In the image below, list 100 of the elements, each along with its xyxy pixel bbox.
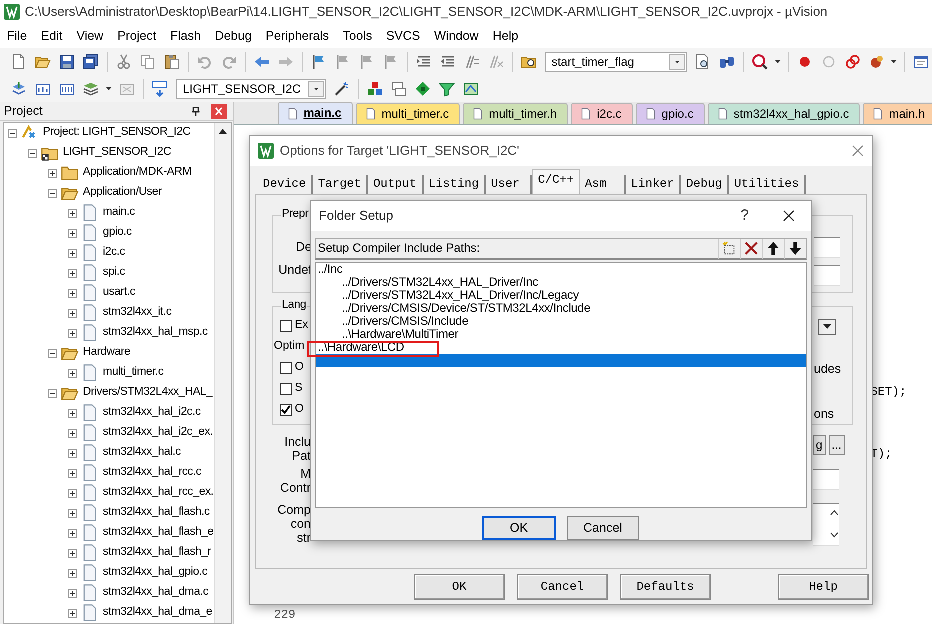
list-item[interactable]: ../Inc xyxy=(316,263,345,276)
tree-item[interactable]: stm32l4xx_hal_flash_r xyxy=(103,546,212,560)
help-button[interactable]: ? xyxy=(730,207,759,225)
expand-icon[interactable] xyxy=(68,448,77,458)
editor-tab[interactable]: stm32l4xx_hal_gpio.c xyxy=(708,103,860,124)
combo-box[interactable]: LIGHT_SENSOR_I2C xyxy=(176,79,326,99)
dialog-tab[interactable]: C/C++ xyxy=(532,169,580,194)
editor-tab[interactable]: gpio.c xyxy=(636,103,705,124)
tree-item[interactable]: multi_timer.c xyxy=(103,366,164,380)
tree-item[interactable]: Application/MDK-ARM xyxy=(83,166,192,180)
expand-icon[interactable] xyxy=(68,428,77,438)
tree-item[interactable]: stm32l4xx_hal_dma.c xyxy=(103,586,209,600)
expand-icon[interactable] xyxy=(68,548,77,558)
tree-item[interactable]: gpio.c xyxy=(103,226,132,240)
expand-icon[interactable] xyxy=(68,588,77,598)
tree-item[interactable]: stm32l4xx_hal_flash.c xyxy=(103,506,210,520)
text-field[interactable] xyxy=(813,469,839,490)
close-icon[interactable] xyxy=(783,210,795,222)
tree-item[interactable]: stm32l4xx_hal_i2c.c xyxy=(103,406,201,420)
text-area[interactable] xyxy=(813,503,839,546)
tree-item[interactable]: Project: LIGHT_SENSOR_I2C xyxy=(43,126,191,140)
tree-item[interactable]: Drivers/STM32L4xx_HAL_ xyxy=(83,386,213,400)
menu-item[interactable]: SVCS xyxy=(379,28,428,44)
tree-item[interactable]: stm32l4xx_hal_flash_e xyxy=(103,526,214,540)
expand-icon[interactable] xyxy=(68,508,77,518)
menu-item[interactable]: Help xyxy=(486,28,526,44)
tree-item[interactable]: i2c.c xyxy=(103,246,126,260)
expand-icon[interactable] xyxy=(68,468,77,478)
collapse-icon[interactable] xyxy=(8,128,17,138)
menu-item[interactable]: Edit xyxy=(34,28,70,44)
tree-item[interactable]: stm32l4xx_hal_rcc.c xyxy=(103,466,202,480)
file-icon xyxy=(81,224,99,242)
tree-item[interactable]: stm32l4xx_hal_rcc_ex. xyxy=(103,486,214,500)
list-item[interactable]: ../Drivers/STM32L4xx_HAL_Driver/Inc/Legacy xyxy=(340,289,582,302)
menu-item[interactable]: File xyxy=(0,28,34,44)
collapse-icon[interactable] xyxy=(28,148,37,158)
tree-item[interactable]: LIGHT_SENSOR_I2C xyxy=(63,146,172,160)
list-item[interactable]: ../Drivers/STM32L4xx_HAL_Driver/Inc xyxy=(340,276,540,289)
list-item[interactable]: ..\Hardware\MultiTimer xyxy=(340,328,461,341)
list-item[interactable]: ../Drivers/CMSIS/Device/ST/STM32L4xx/Include xyxy=(340,302,593,315)
dialog-tab[interactable]: Listing xyxy=(424,175,486,194)
checkbox[interactable] xyxy=(280,320,292,332)
expand-icon[interactable] xyxy=(68,268,77,278)
dialog-button[interactable]: OK xyxy=(414,574,505,600)
expand-icon[interactable] xyxy=(68,328,77,338)
expand-icon[interactable] xyxy=(68,488,77,498)
editor-tab[interactable]: main.c xyxy=(278,102,353,124)
expand-icon[interactable] xyxy=(68,608,77,618)
dialog-button[interactable]: Cancel xyxy=(567,516,639,540)
collapse-icon[interactable] xyxy=(48,348,57,358)
scroll-up-icon[interactable] xyxy=(218,129,227,134)
tree-item[interactable]: Hardware xyxy=(83,346,130,360)
tree-item[interactable]: stm32l4xx_hal_dma_e xyxy=(103,606,212,620)
menu-item[interactable]: Peripherals xyxy=(258,28,336,44)
expand-icon[interactable] xyxy=(68,408,77,418)
expand-icon[interactable] xyxy=(68,248,77,258)
tree-item[interactable]: Application/User xyxy=(83,186,162,200)
dialog-button[interactable]: Cancel xyxy=(517,574,608,600)
expand-icon[interactable] xyxy=(68,228,77,238)
dialog-button[interactable]: OK xyxy=(482,516,556,540)
editor-tab[interactable]: i2c.c xyxy=(571,103,633,124)
browse-button[interactable]: ... xyxy=(828,435,845,455)
editor-tab[interactable]: multi_timer.h xyxy=(463,103,568,124)
menu-item[interactable]: View xyxy=(70,28,111,44)
expand-icon[interactable] xyxy=(68,288,77,298)
expand-icon[interactable] xyxy=(68,308,77,318)
tree-item[interactable]: usart.c xyxy=(103,286,136,300)
tree-item[interactable]: stm32l4xx_it.c xyxy=(103,306,172,320)
dialog-button[interactable]: Help xyxy=(778,574,869,600)
list-item[interactable]: ..\Hardware\LCD xyxy=(316,341,406,354)
tree-item[interactable]: stm32l4xx_hal_msp.c xyxy=(103,326,208,340)
expand-icon[interactable] xyxy=(68,528,77,538)
tree-item[interactable]: spi.c xyxy=(103,266,126,280)
checkbox[interactable] xyxy=(280,362,292,374)
expand-icon[interactable] xyxy=(68,568,77,578)
text-field[interactable] xyxy=(814,265,840,286)
text-field[interactable] xyxy=(814,237,840,258)
menu-item[interactable]: Debug xyxy=(208,28,259,44)
dialog-button[interactable]: Defaults xyxy=(620,574,711,600)
editor-tab[interactable]: main.h xyxy=(863,103,932,124)
collapse-icon[interactable] xyxy=(48,388,57,398)
expand-icon[interactable] xyxy=(48,168,57,178)
menu-item[interactable]: Window xyxy=(427,28,486,44)
list-item[interactable]: ../Drivers/CMSIS/Include xyxy=(340,315,471,328)
include-button[interactable]: g xyxy=(813,435,826,455)
combo-box[interactable]: start_timer_flag xyxy=(544,52,688,72)
expand-icon[interactable] xyxy=(68,208,77,218)
tree-item[interactable]: stm32l4xx_hal_gpio.c xyxy=(103,566,208,580)
tree-item[interactable]: stm32l4xx_hal_i2c_ex. xyxy=(103,426,214,440)
collapse-icon[interactable] xyxy=(48,188,57,198)
menu-item[interactable]: Flash xyxy=(163,28,208,44)
checkbox[interactable] xyxy=(280,382,292,394)
window-title: C:\Users\Administrator\Desktop\BearPi\14.LIGHT_SENSOR_I2C\LIGHT_SENSOR_I2C\MDK-ARM\LIGHT_SENSOR_I2C.uvprojx - µVision xyxy=(25,4,828,20)
menu-item[interactable]: Tools xyxy=(336,28,380,44)
checkbox[interactable] xyxy=(280,404,292,416)
tree-item[interactable]: stm32l4xx_hal.c xyxy=(103,446,181,460)
tree-item[interactable]: main.c xyxy=(103,206,136,220)
menu-item[interactable]: Project xyxy=(110,28,164,44)
expand-icon[interactable] xyxy=(68,368,77,378)
editor-tab[interactable]: multi_timer.c xyxy=(356,103,460,124)
